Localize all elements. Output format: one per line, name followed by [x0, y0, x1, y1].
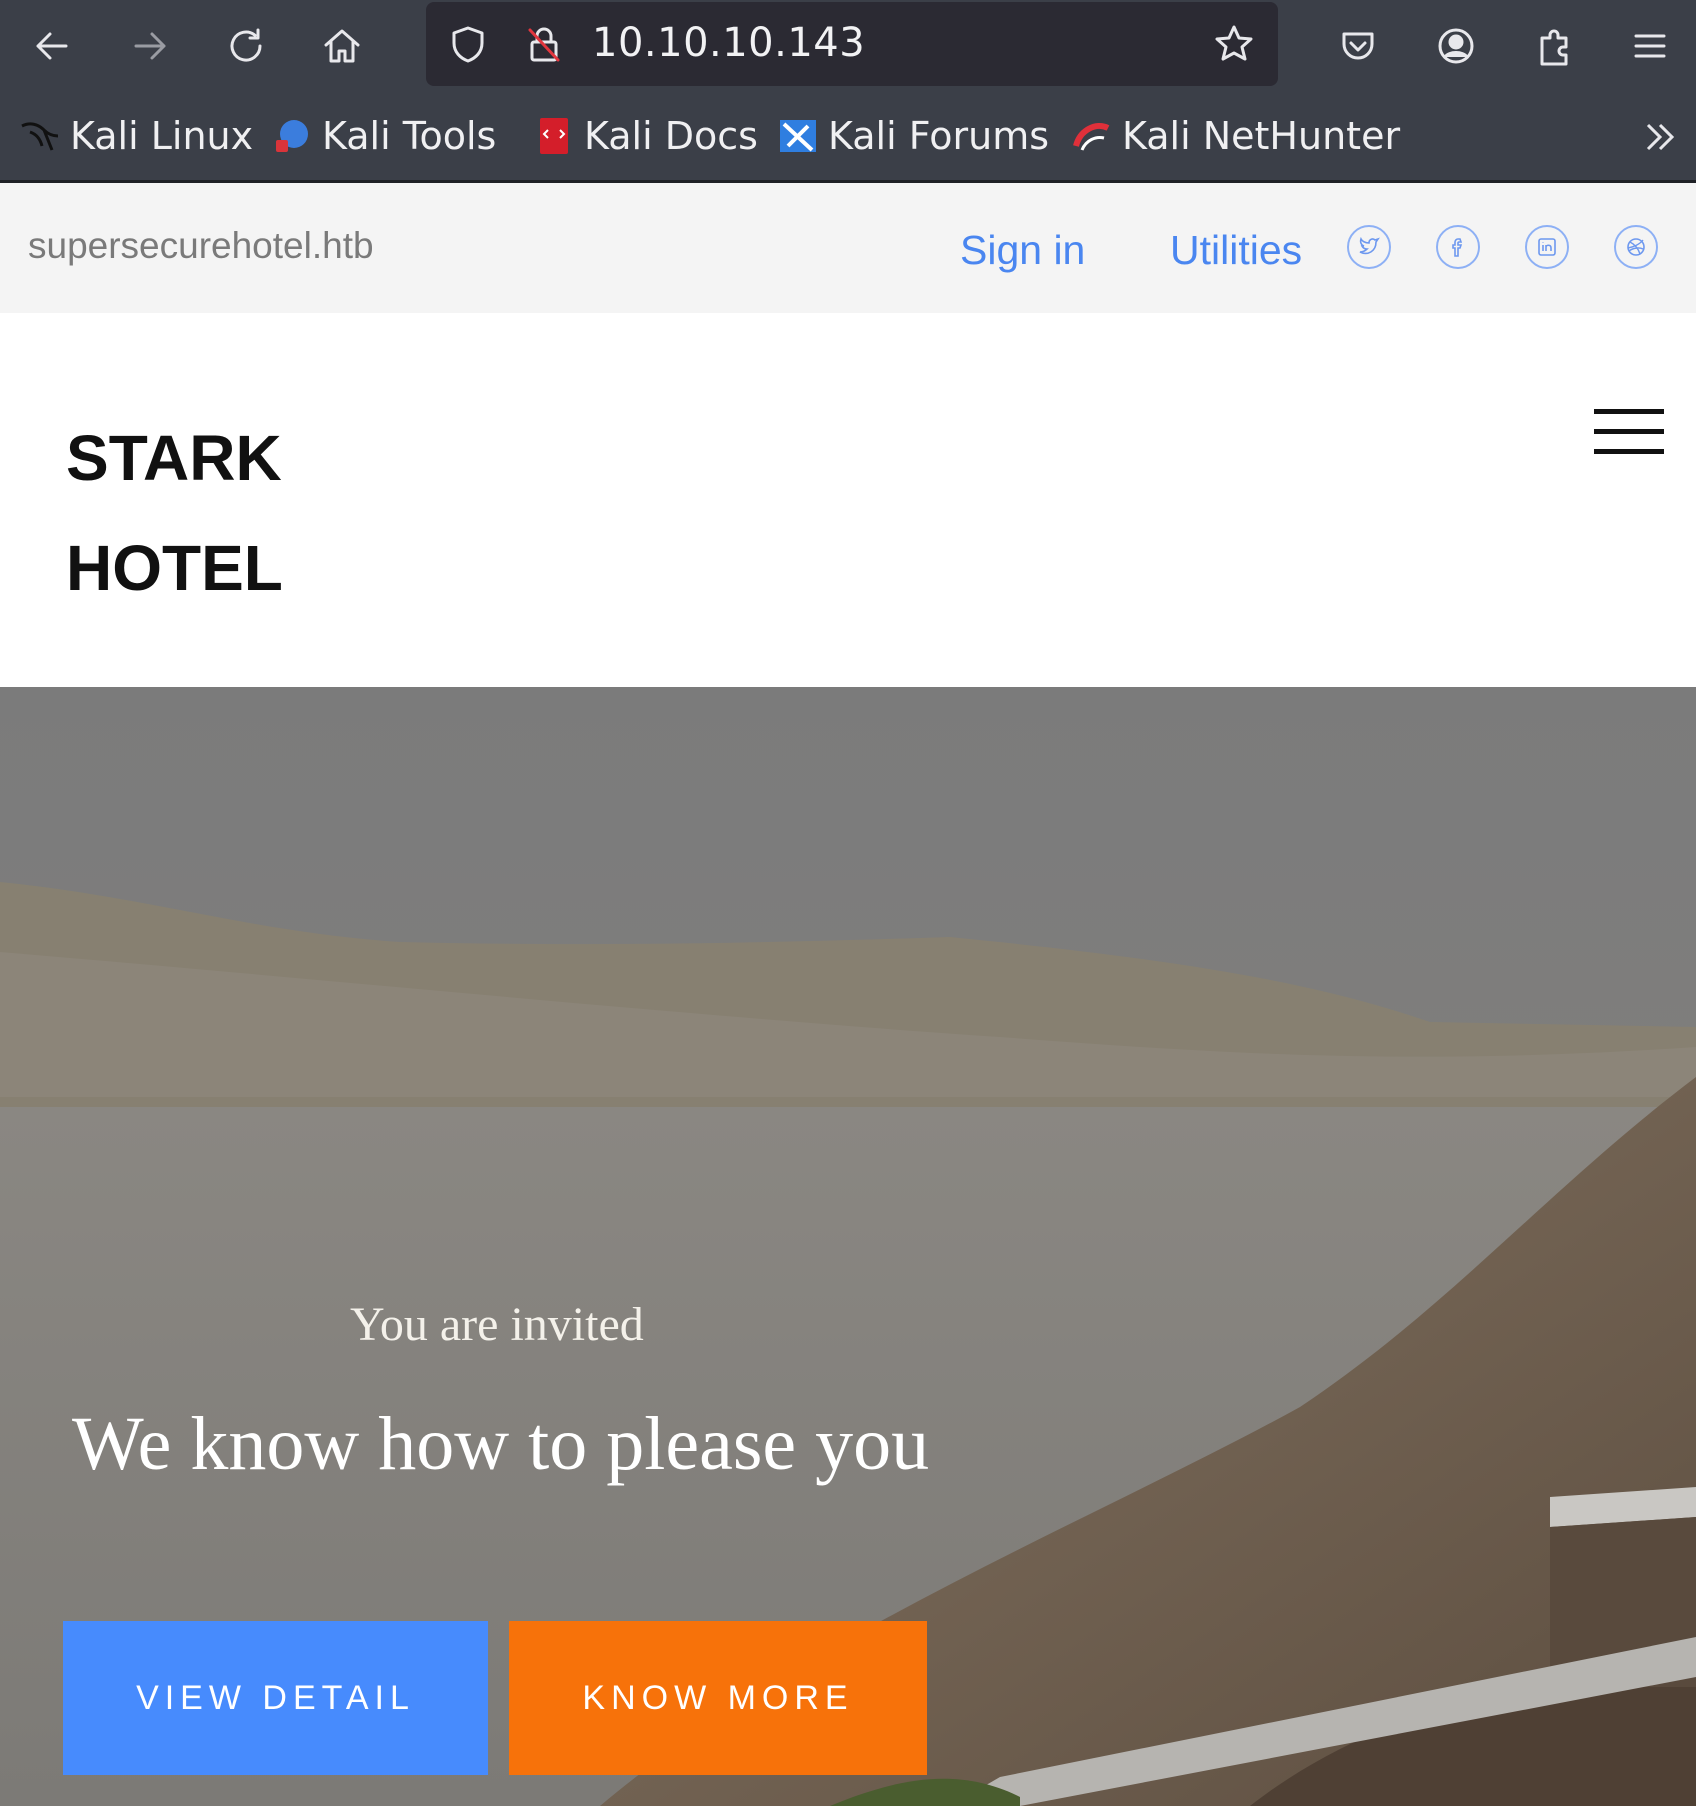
site-header: STARK HOTEL [0, 313, 1696, 687]
hero-title: We know how to please you [72, 1402, 930, 1486]
bookmark-kali-linux[interactable]: Kali Linux [20, 111, 253, 161]
hamburger-menu-icon [1634, 34, 1666, 58]
insecure-lock-icon[interactable] [522, 22, 566, 66]
bookmarks-toolbar: Kali Linux Kali Tools Kali Docs Kali For… [0, 93, 1696, 183]
kali-dragon-icon [21, 122, 59, 151]
kali-docs-icon [540, 118, 568, 154]
twitter-icon[interactable] [1347, 225, 1391, 269]
site-domain-text: supersecurehotel.htb [28, 225, 374, 266]
bookmark-label: Kali Forums [828, 114, 1050, 158]
bookmark-label: Kali Linux [70, 114, 254, 158]
hero-banner: You are invited We know how to please yo… [0, 687, 1696, 1806]
brand-line-1: STARK [66, 422, 282, 494]
kali-forums-icon [780, 120, 816, 152]
forward-arrow-icon [134, 32, 166, 60]
bookmark-kali-tools[interactable]: Kali Tools [272, 111, 496, 161]
hotel-logo[interactable]: STARK HOTEL [66, 403, 466, 623]
kali-nethunter-icon [1073, 123, 1110, 151]
back-button[interactable] [20, 14, 84, 78]
bookmark-star-icon[interactable] [1212, 22, 1256, 66]
facebook-icon[interactable] [1436, 225, 1480, 269]
bookmark-label: Kali Tools [322, 114, 497, 158]
browser-toolbar: 10.10.10.143 [0, 0, 1696, 93]
more-bookmarks-button[interactable] [1638, 115, 1682, 159]
home-icon [324, 29, 360, 63]
url-text[interactable]: 10.10.10.143 [592, 20, 865, 66]
tracking-protection-shield-icon[interactable] [446, 22, 490, 66]
brand-line-2: HOTEL [66, 532, 283, 604]
double-chevron-right-icon [1646, 123, 1675, 151]
pocket-button[interactable] [1326, 14, 1390, 78]
bookmark-label: Kali Docs [584, 114, 758, 158]
site-menu-hamburger-icon[interactable] [1594, 409, 1664, 459]
extensions-button[interactable] [1522, 14, 1586, 78]
kali-tools-icon [276, 120, 308, 152]
back-arrow-icon [36, 32, 68, 60]
reload-icon [230, 28, 262, 62]
pocket-icon [1342, 32, 1374, 60]
utilities-link[interactable]: Utilities [1170, 227, 1302, 274]
home-button[interactable] [310, 14, 374, 78]
dribbble-icon[interactable] [1614, 225, 1658, 269]
account-icon [1438, 28, 1474, 64]
sign-in-link[interactable]: Sign in [960, 227, 1085, 274]
url-bar[interactable]: 10.10.10.143 [426, 2, 1278, 86]
bookmark-label: Kali NetHunter [1122, 114, 1401, 158]
know-more-button[interactable]: KNOW MORE [509, 1621, 927, 1775]
forward-button[interactable] [118, 14, 182, 78]
view-detail-button[interactable]: VIEW DETAIL [63, 1621, 488, 1775]
bookmark-kali-forums[interactable]: Kali Forums [778, 111, 1049, 161]
bookmark-kali-nethunter[interactable]: Kali NetHunter [1072, 111, 1400, 161]
puzzle-piece-icon [1540, 29, 1568, 66]
account-button[interactable] [1424, 14, 1488, 78]
app-menu-button[interactable] [1618, 14, 1682, 78]
hero-subtitle: You are invited [350, 1298, 644, 1351]
site-top-bar: supersecurehotel.htb Sign in Utilities [0, 183, 1696, 313]
linkedin-icon[interactable] [1525, 225, 1569, 269]
bookmark-kali-docs[interactable]: Kali Docs [534, 111, 758, 161]
reload-button[interactable] [214, 14, 278, 78]
